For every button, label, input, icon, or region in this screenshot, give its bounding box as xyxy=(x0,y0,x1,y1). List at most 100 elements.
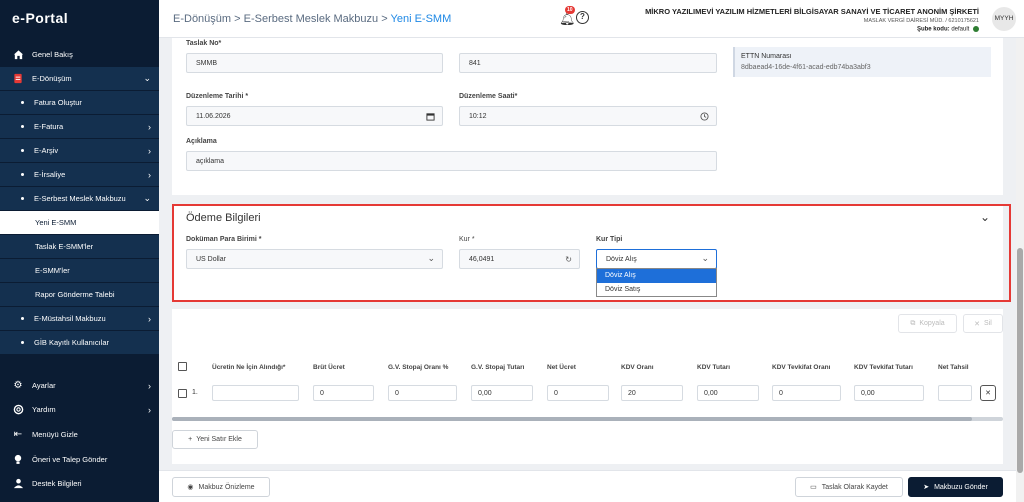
col-header: KDV Oranı xyxy=(621,364,654,371)
scrollbar-thumb[interactable] xyxy=(172,417,972,421)
remove-row-button[interactable]: ✕ xyxy=(980,385,996,401)
sidebar-item-gib-kayitli[interactable]: GİB Kayıtlı Kullanıcılar xyxy=(0,331,159,354)
sidebar-item-e-mustahsil[interactable]: E-Müstahsil Makbuzu › xyxy=(0,307,159,330)
bullet-icon xyxy=(21,125,24,128)
cell-gross[interactable]: 0 xyxy=(313,385,374,401)
col-header: KDV Tutarı xyxy=(697,364,731,371)
chevron-down-icon: ⌄ xyxy=(701,253,709,263)
page-scrollbar[interactable] xyxy=(1016,38,1024,502)
option-doviz-satis[interactable]: Döviz Satış xyxy=(597,283,716,297)
sidebar-item-e-fatura[interactable]: E-Fatura › xyxy=(0,115,159,138)
save-draft-button[interactable]: ▭ Taslak Olarak Kaydet xyxy=(795,477,903,497)
sidebar-item-ayarlar[interactable]: ⚙ Ayarlar › xyxy=(0,374,159,397)
bullet-icon xyxy=(21,149,24,152)
avatar[interactable]: MYYH xyxy=(992,7,1016,31)
status-ok-icon xyxy=(973,26,979,32)
chevron-right-icon: › xyxy=(148,380,151,391)
cell-kdv-amount[interactable]: 0,00 xyxy=(697,385,759,401)
calendar-icon[interactable] xyxy=(426,112,435,123)
description-input[interactable]: açıklama xyxy=(186,151,717,171)
scrollbar-thumb[interactable] xyxy=(1017,248,1023,473)
cell-description[interactable] xyxy=(212,385,299,401)
lifebuoy-icon xyxy=(12,404,24,416)
sidebar-item-label: E-SMM'ler xyxy=(35,266,70,275)
preview-button[interactable]: ◉ Makbuz Önizleme xyxy=(172,477,270,497)
sidebar: e-Portal Genel Bakış E-Dönüşüm ⌄ Fatura … xyxy=(0,0,159,502)
delete-button[interactable]: ✕ Sil xyxy=(963,314,1003,333)
table-scrollbar[interactable] xyxy=(172,417,1003,421)
preview-label: Makbuz Önizleme xyxy=(198,483,255,491)
add-row-label: Yeni Satır Ekle xyxy=(196,436,242,443)
sidebar-item-yeni-e-smm[interactable]: Yeni E-SMM xyxy=(0,211,159,234)
sidebar-item-label: Ayarlar xyxy=(32,381,56,390)
currency-select[interactable]: US Dollar ⌄ xyxy=(186,249,443,269)
eye-icon: ◉ xyxy=(187,484,194,491)
cell-stopaj-rate[interactable]: 0 xyxy=(388,385,457,401)
sidebar-item-destek[interactable]: Destek Bilgileri xyxy=(0,472,159,495)
taslak-prefix-input[interactable]: SMMB xyxy=(186,53,443,73)
time-label: Düzenleme Saati* xyxy=(459,93,518,100)
chevron-right-icon: › xyxy=(148,145,151,156)
sidebar-item-fatura-olustur[interactable]: Fatura Oluştur xyxy=(0,91,159,114)
branch-code: Şube kodu: default xyxy=(645,26,979,33)
ettn-box: ETTN Numarası 8dbaead4-16de-4f61-acad-ed… xyxy=(733,47,991,77)
add-row-button[interactable]: + Yeni Satır Ekle xyxy=(172,430,258,449)
plus-icon: + xyxy=(188,436,193,443)
sidebar-item-genel-bakis[interactable]: Genel Bakış xyxy=(0,43,159,66)
sidebar-item-label: E-Arşiv xyxy=(34,146,59,155)
sidebar-item-label: E-Müstahsil Makbuzu xyxy=(34,314,106,323)
chevron-down-icon[interactable]: ⌄ xyxy=(980,210,990,224)
close-icon: ✕ xyxy=(985,390,991,397)
help-icon[interactable]: ? xyxy=(576,11,589,24)
sidebar-item-e-donusum[interactable]: E-Dönüşüm ⌄ xyxy=(0,67,159,90)
rate-type-select[interactable]: Döviz Alış ⌄ xyxy=(596,249,717,269)
support-icon xyxy=(12,478,24,490)
bullet-icon xyxy=(21,101,24,104)
sidebar-item-rapor-gonderme[interactable]: Rapor Gönderme Talebi xyxy=(0,283,159,306)
company-name: MİKRO YAZILIMEVİ YAZILIM HİZMETLERİ BİLG… xyxy=(645,7,979,16)
taslak-number-input[interactable]: 841 xyxy=(459,53,717,73)
copy-button[interactable]: ⧉ Kopyala xyxy=(898,314,957,333)
cell-tevkifat-amount[interactable]: 0,00 xyxy=(854,385,924,401)
rate-label: Kur * xyxy=(459,236,475,243)
sidebar-item-e-irsaliye[interactable]: E-İrsaliye › xyxy=(0,163,159,186)
rate-type-label: Kur Tipi xyxy=(596,236,623,243)
save-draft-label: Taslak Olarak Kaydet xyxy=(821,483,888,491)
cell-net-collected[interactable] xyxy=(938,385,972,401)
sidebar-item-yardim[interactable]: Yardım › xyxy=(0,398,159,421)
time-input[interactable]: 10:12 xyxy=(459,106,717,126)
bullet-icon xyxy=(21,197,24,200)
rate-input[interactable]: 46,0491 ↻ xyxy=(459,249,580,269)
date-label: Düzenleme Tarihi * xyxy=(186,93,249,100)
sidebar-item-label: Rapor Gönderme Talebi xyxy=(35,290,115,299)
refresh-icon[interactable]: ↻ xyxy=(565,255,572,264)
sidebar-item-menuyu-gizle[interactable]: ⇤ Menüyü Gizle xyxy=(0,423,159,446)
clock-icon[interactable] xyxy=(700,112,709,123)
topbar: E-Dönüşüm > E-Serbest Meslek Makbuzu > Y… xyxy=(159,0,1024,38)
notifications-button[interactable]: 🔔︎ 10 xyxy=(559,6,576,27)
sidebar-item-e-smm[interactable]: E-Serbest Meslek Makbuzu ⌄ xyxy=(0,187,159,210)
sidebar-item-label: Öneri ve Talep Gönder xyxy=(32,455,108,464)
cell-net[interactable]: 0 xyxy=(547,385,609,401)
cell-stopaj-amount[interactable]: 0,00 xyxy=(471,385,533,401)
select-all-checkbox[interactable] xyxy=(178,362,187,371)
bullet-icon xyxy=(21,173,24,176)
send-button[interactable]: ➤ Makbuzu Gönder xyxy=(908,477,1003,497)
cell-tevkifat-rate[interactable]: 0 xyxy=(772,385,841,401)
sidebar-item-taslak-e-smm[interactable]: Taslak E-SMM'ler xyxy=(0,235,159,258)
sidebar-item-e-smmler[interactable]: E-SMM'ler xyxy=(0,259,159,282)
row-checkbox[interactable] xyxy=(178,389,187,398)
sidebar-item-e-arsiv[interactable]: E-Arşiv › xyxy=(0,139,159,162)
option-doviz-alis[interactable]: Döviz Alış xyxy=(597,269,716,283)
currency-value: US Dollar xyxy=(196,255,226,263)
sidebar-item-oneri[interactable]: Öneri ve Talep Gönder xyxy=(0,448,159,471)
breadcrumb-e-donusum[interactable]: E-Dönüşüm xyxy=(173,13,231,25)
copy-label: Kopyala xyxy=(919,320,945,327)
close-icon: ✕ xyxy=(974,320,981,328)
sidebar-item-label: Taslak E-SMM'ler xyxy=(35,242,94,251)
col-header: KDV Tevkifat Tutarı xyxy=(854,364,913,371)
cell-kdv-rate[interactable]: 20 xyxy=(621,385,683,401)
breadcrumb-e-smm[interactable]: E-Serbest Meslek Makbuzu xyxy=(244,13,379,25)
date-input[interactable]: 11.06.2026 xyxy=(186,106,443,126)
breadcrumb-separator: > xyxy=(381,13,388,25)
